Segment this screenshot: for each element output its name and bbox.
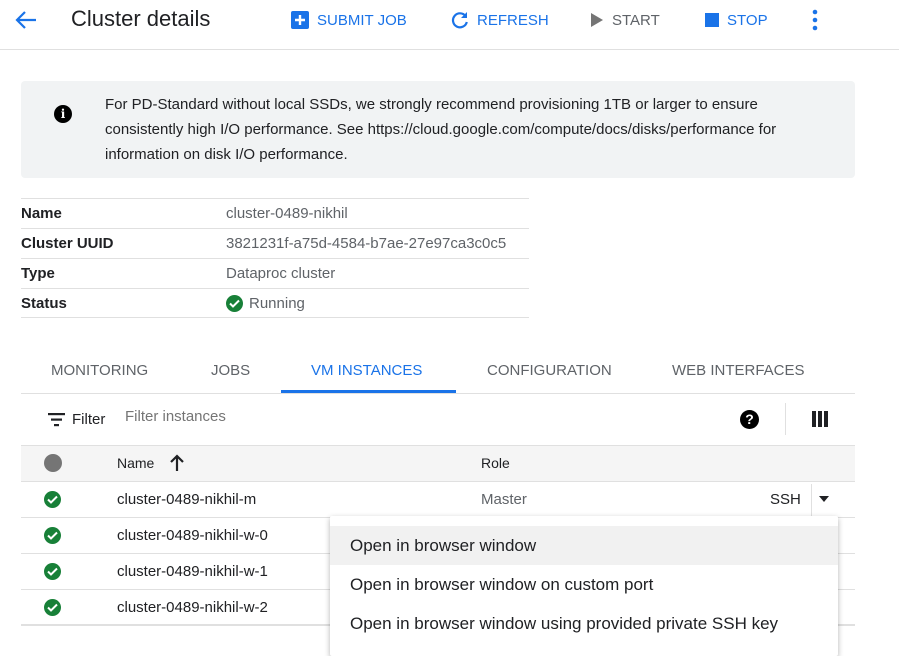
stop-icon	[705, 13, 719, 27]
detail-row: Cluster UUID 3821231f-a75d-4584-b7ae-27e9…	[21, 228, 529, 258]
tab-jobs[interactable]: JOBS	[211, 362, 250, 379]
refresh-label: REFRESH	[477, 11, 549, 29]
detail-value: cluster-0489-nikhil	[226, 205, 348, 222]
detail-row: Type Dataproc cluster	[21, 258, 529, 288]
tab-monitoring[interactable]: MONITORING	[51, 362, 148, 379]
detail-label: Cluster UUID	[21, 235, 114, 252]
refresh-button[interactable]: REFRESH	[451, 10, 549, 30]
menu-item-open-custom-port[interactable]: Open in browser window on custom port	[330, 565, 838, 604]
submit-job-label: SUBMIT JOB	[317, 11, 407, 29]
add-box-icon	[291, 11, 309, 29]
arrow-up-icon[interactable]	[170, 454, 184, 472]
stop-button[interactable]: STOP	[705, 10, 768, 30]
tab-web-interfaces[interactable]: WEB INTERFACES	[672, 362, 805, 379]
ssh-dropdown-menu: Open in browser window Open in browser w…	[330, 516, 838, 656]
menu-item-open-private-key[interactable]: Open in browser window using provided pr…	[330, 604, 838, 643]
table-row: cluster-0489-nikhil-m Master SSH	[21, 482, 855, 518]
divider	[785, 403, 786, 435]
banner-text: For PD-Standard without local SSDs, we s…	[105, 96, 777, 163]
refresh-icon	[451, 12, 468, 29]
detail-row: Name cluster-0489-nikhil	[21, 198, 529, 228]
divider	[811, 484, 812, 516]
instance-role: Master	[481, 491, 527, 508]
instance-name[interactable]: cluster-0489-nikhil-w-0	[117, 527, 268, 544]
stop-label: STOP	[727, 11, 768, 29]
info-icon: i	[54, 105, 72, 123]
column-header-name[interactable]: Name	[117, 455, 154, 471]
column-display-icon[interactable]	[812, 411, 828, 427]
detail-row: Status Running	[21, 288, 529, 318]
check-circle-icon	[226, 294, 243, 312]
detail-label: Status	[21, 294, 67, 312]
ssh-button[interactable]: SSH	[770, 491, 801, 508]
menu-item-open-browser[interactable]: Open in browser window	[330, 526, 838, 565]
cluster-details-table: Name cluster-0489-nikhil Cluster UUID 3821…	[21, 198, 529, 318]
detail-label: Type	[21, 265, 55, 282]
active-tab-indicator	[281, 390, 456, 393]
caret-down-icon[interactable]	[819, 496, 829, 502]
filter-label: Filter	[72, 411, 106, 428]
check-circle-icon	[44, 527, 61, 544]
check-circle-icon	[44, 599, 61, 616]
tab-vm-instances[interactable]: VM INSTANCES	[311, 362, 422, 379]
info-banner: i For PD-Standard without local SSDs, we…	[21, 81, 855, 178]
filter-input[interactable]	[125, 408, 525, 425]
filter-icon	[48, 413, 65, 427]
detail-value: 3821231f-a75d-4584-b7ae-27e97ca3c0c5	[226, 235, 507, 252]
play-icon	[591, 13, 603, 27]
page-title: Cluster details	[71, 6, 211, 31]
help-icon[interactable]: ?	[740, 410, 759, 429]
filter-bar: Filter ?	[21, 395, 855, 445]
check-circle-icon	[44, 491, 61, 508]
status-column-icon	[44, 454, 62, 472]
column-header-role: Role	[481, 455, 510, 471]
back-arrow-icon[interactable]	[14, 10, 38, 30]
detail-value: Dataproc cluster	[226, 265, 336, 282]
submit-job-button[interactable]: SUBMIT JOB	[291, 10, 407, 30]
start-label: START	[612, 11, 660, 29]
status-value: Running	[249, 294, 305, 312]
header: Cluster details SUBMIT JOB REFRESH START…	[0, 0, 899, 50]
tab-bar: MONITORING JOBS VM INSTANCES CONFIGURATI…	[21, 350, 855, 394]
detail-label: Name	[21, 205, 62, 222]
check-circle-icon	[44, 563, 61, 580]
table-header: Name Role	[21, 445, 855, 482]
start-button[interactable]: START	[590, 10, 660, 30]
instance-name[interactable]: cluster-0489-nikhil-m	[117, 491, 256, 508]
instance-name[interactable]: cluster-0489-nikhil-w-1	[117, 563, 268, 580]
more-vert-icon[interactable]	[810, 9, 820, 31]
tab-configuration[interactable]: CONFIGURATION	[487, 362, 612, 379]
instance-name[interactable]: cluster-0489-nikhil-w-2	[117, 599, 268, 616]
